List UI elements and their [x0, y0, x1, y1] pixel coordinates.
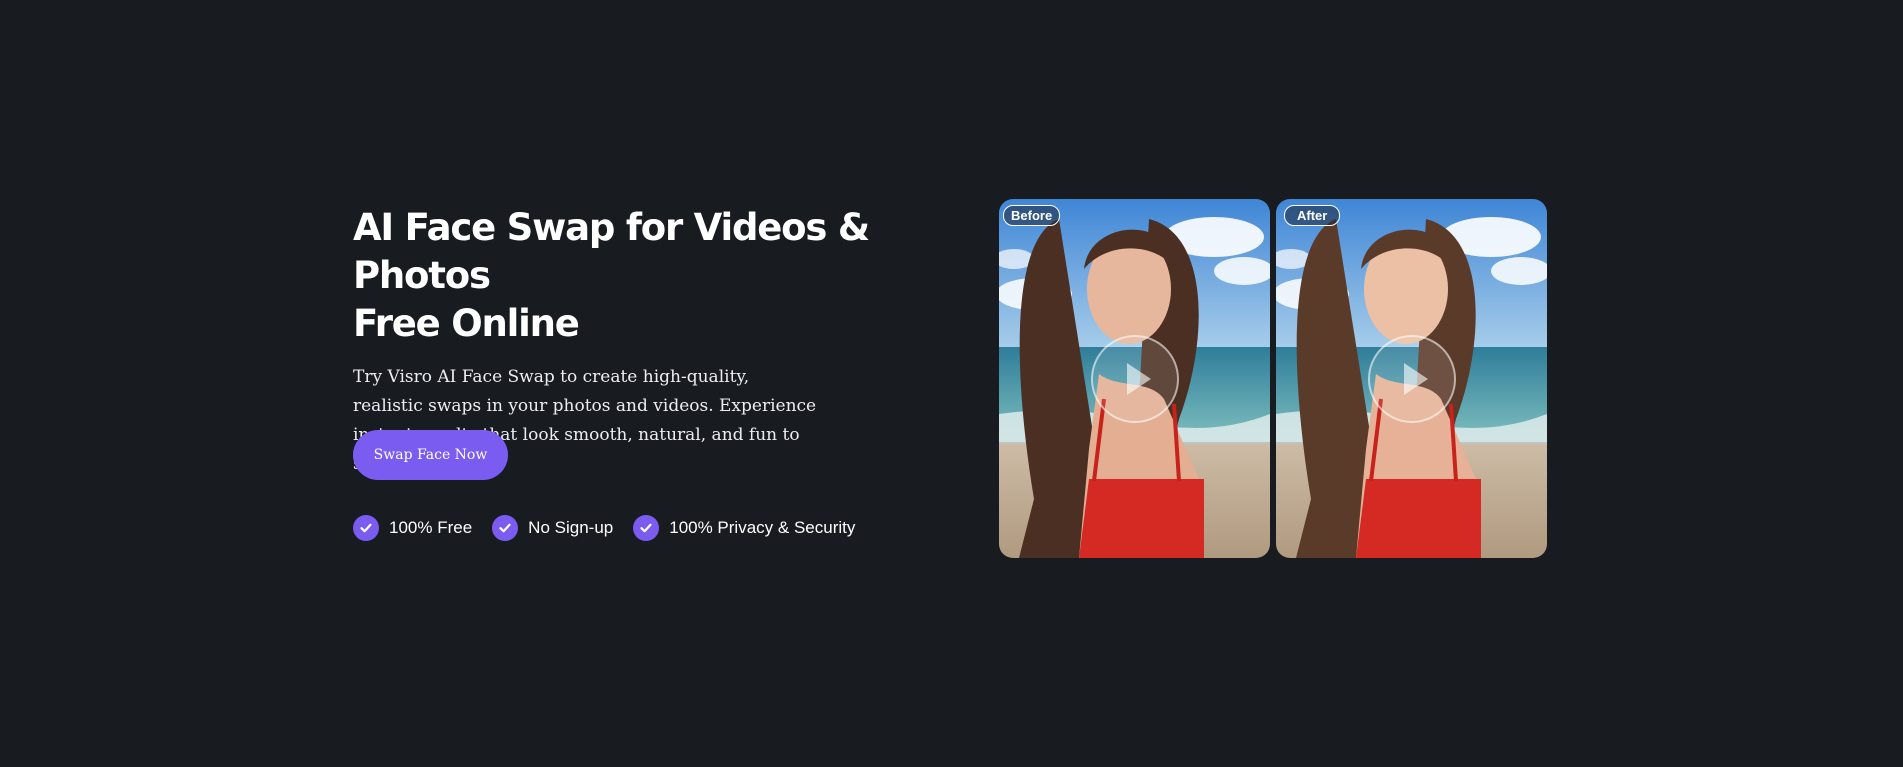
feature-item-privacy: 100% Privacy & Security: [633, 515, 855, 541]
before-play-button[interactable]: [1090, 334, 1179, 423]
feature-item-free: 100% Free: [353, 515, 472, 541]
page-title: AI Face Swap for Videos & Photos Free On…: [353, 204, 993, 348]
check-icon: [633, 515, 660, 541]
feature-item-no-signup: No Sign-up: [492, 515, 613, 541]
swap-face-now-button[interactable]: Swap Face Now: [353, 430, 508, 480]
after-video-card[interactable]: After: [1276, 199, 1547, 558]
after-play-button[interactable]: [1367, 334, 1456, 423]
feature-list: 100% Free No Sign-up 100% Privacy & Secu…: [353, 515, 875, 541]
check-icon: [353, 515, 379, 541]
play-icon: [1403, 362, 1428, 395]
before-video-card[interactable]: Before: [999, 199, 1270, 558]
page-title-line-2: Free Online: [353, 302, 580, 345]
feature-label: No Sign-up: [528, 518, 614, 537]
after-badge: After: [1284, 205, 1341, 226]
page-title-line-1: AI Face Swap for Videos & Photos: [353, 206, 870, 297]
before-badge: Before: [1003, 205, 1061, 226]
play-icon: [1126, 362, 1151, 395]
feature-label: 100% Privacy & Security: [669, 518, 856, 537]
check-icon: [492, 515, 519, 541]
feature-label: 100% Free: [389, 518, 473, 537]
